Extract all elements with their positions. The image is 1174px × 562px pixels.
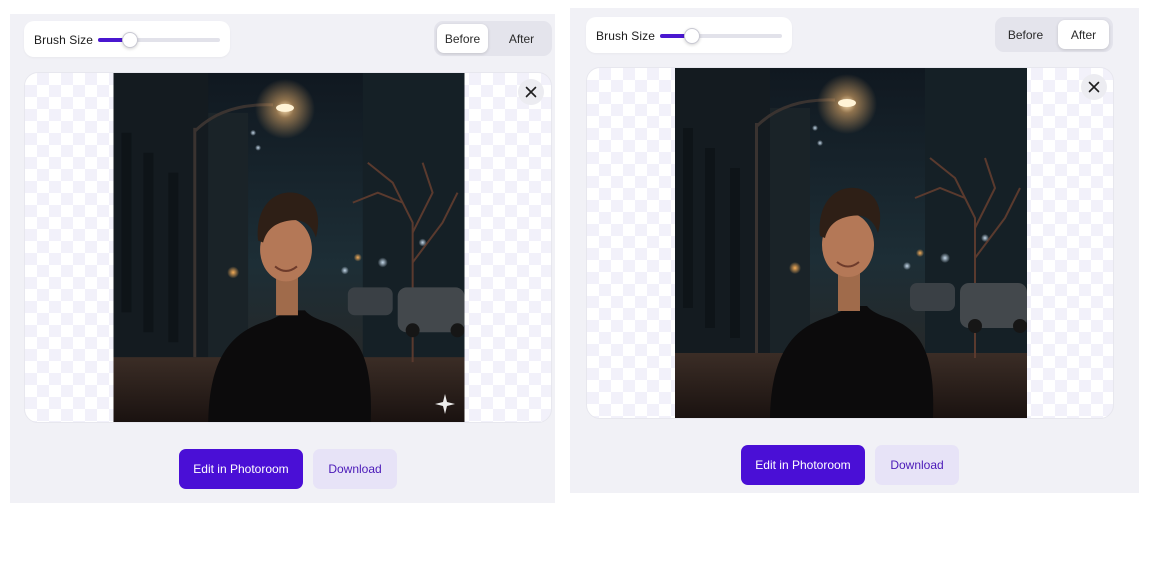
close-button[interactable] xyxy=(518,79,544,105)
close-button[interactable] xyxy=(1081,74,1107,100)
image-canvas[interactable] xyxy=(24,72,552,423)
before-toggle-button[interactable]: Before xyxy=(998,20,1053,49)
close-icon xyxy=(525,86,537,98)
close-icon xyxy=(1088,81,1100,93)
brush-size-slider[interactable] xyxy=(98,32,220,48)
edit-in-photoroom-button[interactable]: Edit in Photoroom xyxy=(179,449,303,489)
before-after-panel-left: Brush Size Before After Edit in Photoroo… xyxy=(10,14,555,503)
before-toggle-button[interactable]: Before xyxy=(437,24,488,53)
edit-in-photoroom-button[interactable]: Edit in Photoroom xyxy=(741,445,865,485)
image-canvas[interactable] xyxy=(586,67,1114,419)
before-after-toggle: Before After xyxy=(995,17,1113,52)
brush-size-slider-thumb[interactable] xyxy=(121,32,138,48)
download-button[interactable]: Download xyxy=(875,445,959,485)
brush-size-control: Brush Size xyxy=(24,21,230,57)
sparkle-icon xyxy=(435,394,455,414)
brush-size-slider-thumb[interactable] xyxy=(683,28,700,44)
brush-size-control: Brush Size xyxy=(586,17,792,53)
brush-size-label: Brush Size xyxy=(34,33,94,47)
download-button[interactable]: Download xyxy=(313,449,397,489)
before-after-toggle: Before After xyxy=(434,21,552,56)
after-toggle-button[interactable]: After xyxy=(495,24,548,53)
after-toggle-button[interactable]: After xyxy=(1058,20,1109,49)
brush-size-slider[interactable] xyxy=(660,28,782,44)
photo-preview xyxy=(113,73,465,422)
before-after-panel-right: Brush Size Before After Edit in Photoroo… xyxy=(570,8,1139,493)
brush-size-label: Brush Size xyxy=(596,29,656,43)
photo-preview xyxy=(675,68,1027,418)
